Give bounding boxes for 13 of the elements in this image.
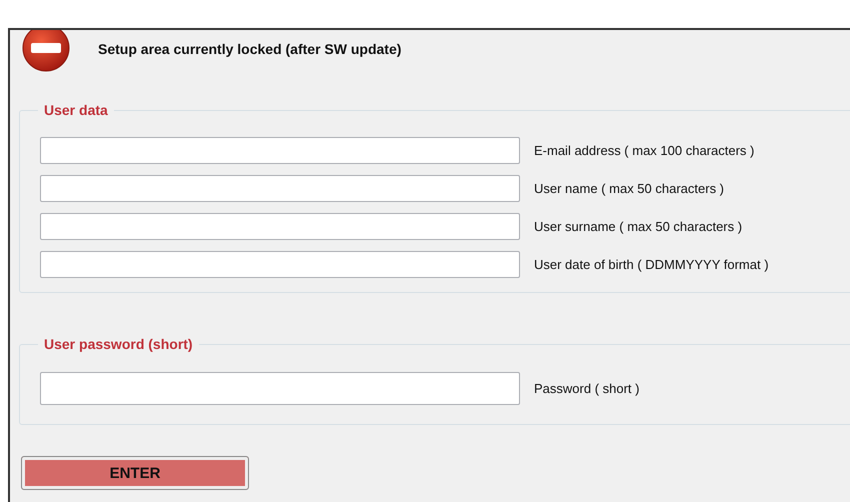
field-label: User name ( max 50 characters ) bbox=[534, 181, 724, 196]
input-field[interactable] bbox=[40, 175, 520, 202]
enter-button[interactable]: ENTER bbox=[21, 456, 249, 490]
input-field[interactable] bbox=[40, 372, 520, 405]
field-label: Password ( short ) bbox=[534, 381, 640, 396]
input-field[interactable] bbox=[40, 137, 520, 164]
input-field[interactable] bbox=[40, 213, 520, 240]
lock-message: Setup area currently locked (after SW update) bbox=[98, 41, 402, 57]
stop-icon bbox=[22, 30, 72, 74]
field-label: E-mail address ( max 100 characters ) bbox=[534, 143, 754, 158]
field-label: User surname ( max 50 characters ) bbox=[534, 219, 742, 234]
field-label: User date of birth ( DDMMYYYY format ) bbox=[534, 257, 769, 272]
input-field[interactable] bbox=[40, 251, 520, 278]
